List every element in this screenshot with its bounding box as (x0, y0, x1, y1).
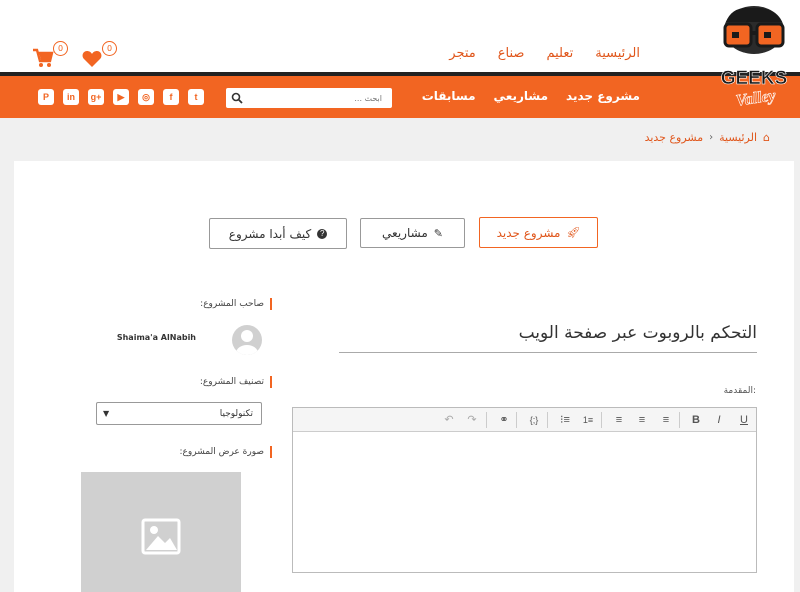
top-nav-store[interactable]: متجر (449, 46, 475, 61)
edit-icon: ✎ (433, 226, 443, 240)
how-to-start-button[interactable]: ? كيف أبدا مشروع (209, 218, 347, 249)
code-icon[interactable]: {;} (526, 412, 542, 428)
home-icon[interactable]: ⌂ (763, 131, 770, 144)
question-circle-icon: ? (317, 228, 328, 239)
new-project-button[interactable]: 🚀︎ مشروع جديد (479, 217, 598, 248)
link-icon[interactable]: ⚭ (496, 412, 512, 428)
top-nav-makers[interactable]: صناع (498, 46, 525, 61)
chevron-left-icon: ‹ (709, 132, 714, 143)
user-silhouette-icon (236, 330, 258, 355)
youtube-icon[interactable]: ▶ (113, 89, 129, 105)
owner-label: صاحب المشروع: (200, 298, 272, 310)
breadcrumb-current: مشروع جديد (644, 131, 704, 144)
align-center-icon[interactable]: ≡ (634, 412, 650, 428)
top-nav: الرئيسية تعليم صناع متجر (449, 46, 640, 61)
align-left-icon[interactable]: ≡ (611, 412, 627, 428)
top-nav-education[interactable]: تعليم (546, 46, 573, 61)
top-header (0, 0, 800, 76)
new-project-label: مشروع جديد (496, 225, 561, 240)
favorites-button[interactable] (82, 50, 102, 68)
nav-new-project[interactable]: مشروع جديد (566, 89, 640, 103)
cart-icon (33, 48, 54, 67)
pinterest-icon[interactable]: P (38, 89, 54, 105)
breadcrumb: ⌂ الرئيسية ‹ مشروع جديد (645, 131, 770, 144)
cart-button[interactable] (32, 48, 54, 68)
google-plus-icon[interactable]: g+ (88, 89, 104, 105)
category-label: تصنيف المشروع: (200, 376, 272, 388)
editor-toolbar: U I B ≡ ≡ ≡ 1≡ ⁝≡ {;} ⚭ ↷ ↶ (293, 408, 756, 432)
nav-competitions[interactable]: مسابقات (422, 89, 476, 103)
category-value: تكنولوجيا (219, 408, 253, 419)
rocket-icon: 🚀︎ (566, 226, 581, 239)
search-input[interactable] (248, 90, 388, 106)
top-nav-home[interactable]: الرئيسية (595, 46, 640, 61)
my-projects-label: مشاريعي (382, 226, 428, 240)
bold-icon[interactable]: B (688, 412, 704, 428)
project-image-upload[interactable] (81, 472, 241, 592)
avatar (232, 325, 262, 355)
image-label: صورة عرض المشروع: (180, 446, 272, 458)
underline-icon[interactable]: U (736, 412, 752, 428)
align-right-icon[interactable]: ≡ (658, 412, 674, 428)
facebook-icon[interactable]: f (163, 89, 179, 105)
social-links: P in g+ ▶ ◎ f t (38, 89, 204, 105)
owner-name[interactable]: Shaima'a AlNabih (117, 333, 196, 342)
unordered-list-icon[interactable]: ⁝≡ (557, 412, 573, 428)
geek-mascot-logo: GEEKS Valley (720, 6, 788, 110)
logo-text-valley: Valley (735, 87, 778, 110)
undo-icon[interactable]: ↶ (441, 412, 457, 428)
search-box (226, 88, 392, 108)
site-logo[interactable]: GEEKS Valley (712, 4, 794, 112)
intro-editor[interactable]: U I B ≡ ≡ ≡ 1≡ ⁝≡ {;} ⚭ ↷ ↶ (292, 407, 757, 573)
chevron-down-icon: ▼ (103, 409, 110, 418)
image-placeholder-icon (141, 518, 181, 555)
nav-my-projects[interactable]: مشاريعي (494, 89, 548, 103)
cart-count-badge: 0 (53, 41, 68, 56)
ordered-list-icon[interactable]: 1≡ (580, 412, 596, 428)
project-title-input[interactable] (339, 313, 757, 353)
category-select[interactable]: ▼ تكنولوجيا (96, 402, 262, 425)
heart-icon (82, 51, 102, 67)
italic-icon[interactable]: I (711, 412, 727, 428)
intro-label: المقدمة: (723, 386, 756, 396)
redo-icon[interactable]: ↷ (464, 412, 480, 428)
how-to-start-label: كيف أبدا مشروع (228, 226, 312, 241)
logo-text-geeks: GEEKS (721, 68, 788, 89)
linkedin-icon[interactable]: in (63, 89, 79, 105)
instagram-icon[interactable]: ◎ (138, 89, 154, 105)
search-icon[interactable] (231, 92, 243, 104)
favorites-count-badge: 0 (102, 41, 117, 56)
main-nav: مشروع جديد مشاريعي مسابقات (422, 89, 640, 103)
twitter-icon[interactable]: t (188, 89, 204, 105)
breadcrumb-home[interactable]: الرئيسية (719, 131, 757, 144)
my-projects-button[interactable]: ✎ مشاريعي (360, 218, 465, 248)
